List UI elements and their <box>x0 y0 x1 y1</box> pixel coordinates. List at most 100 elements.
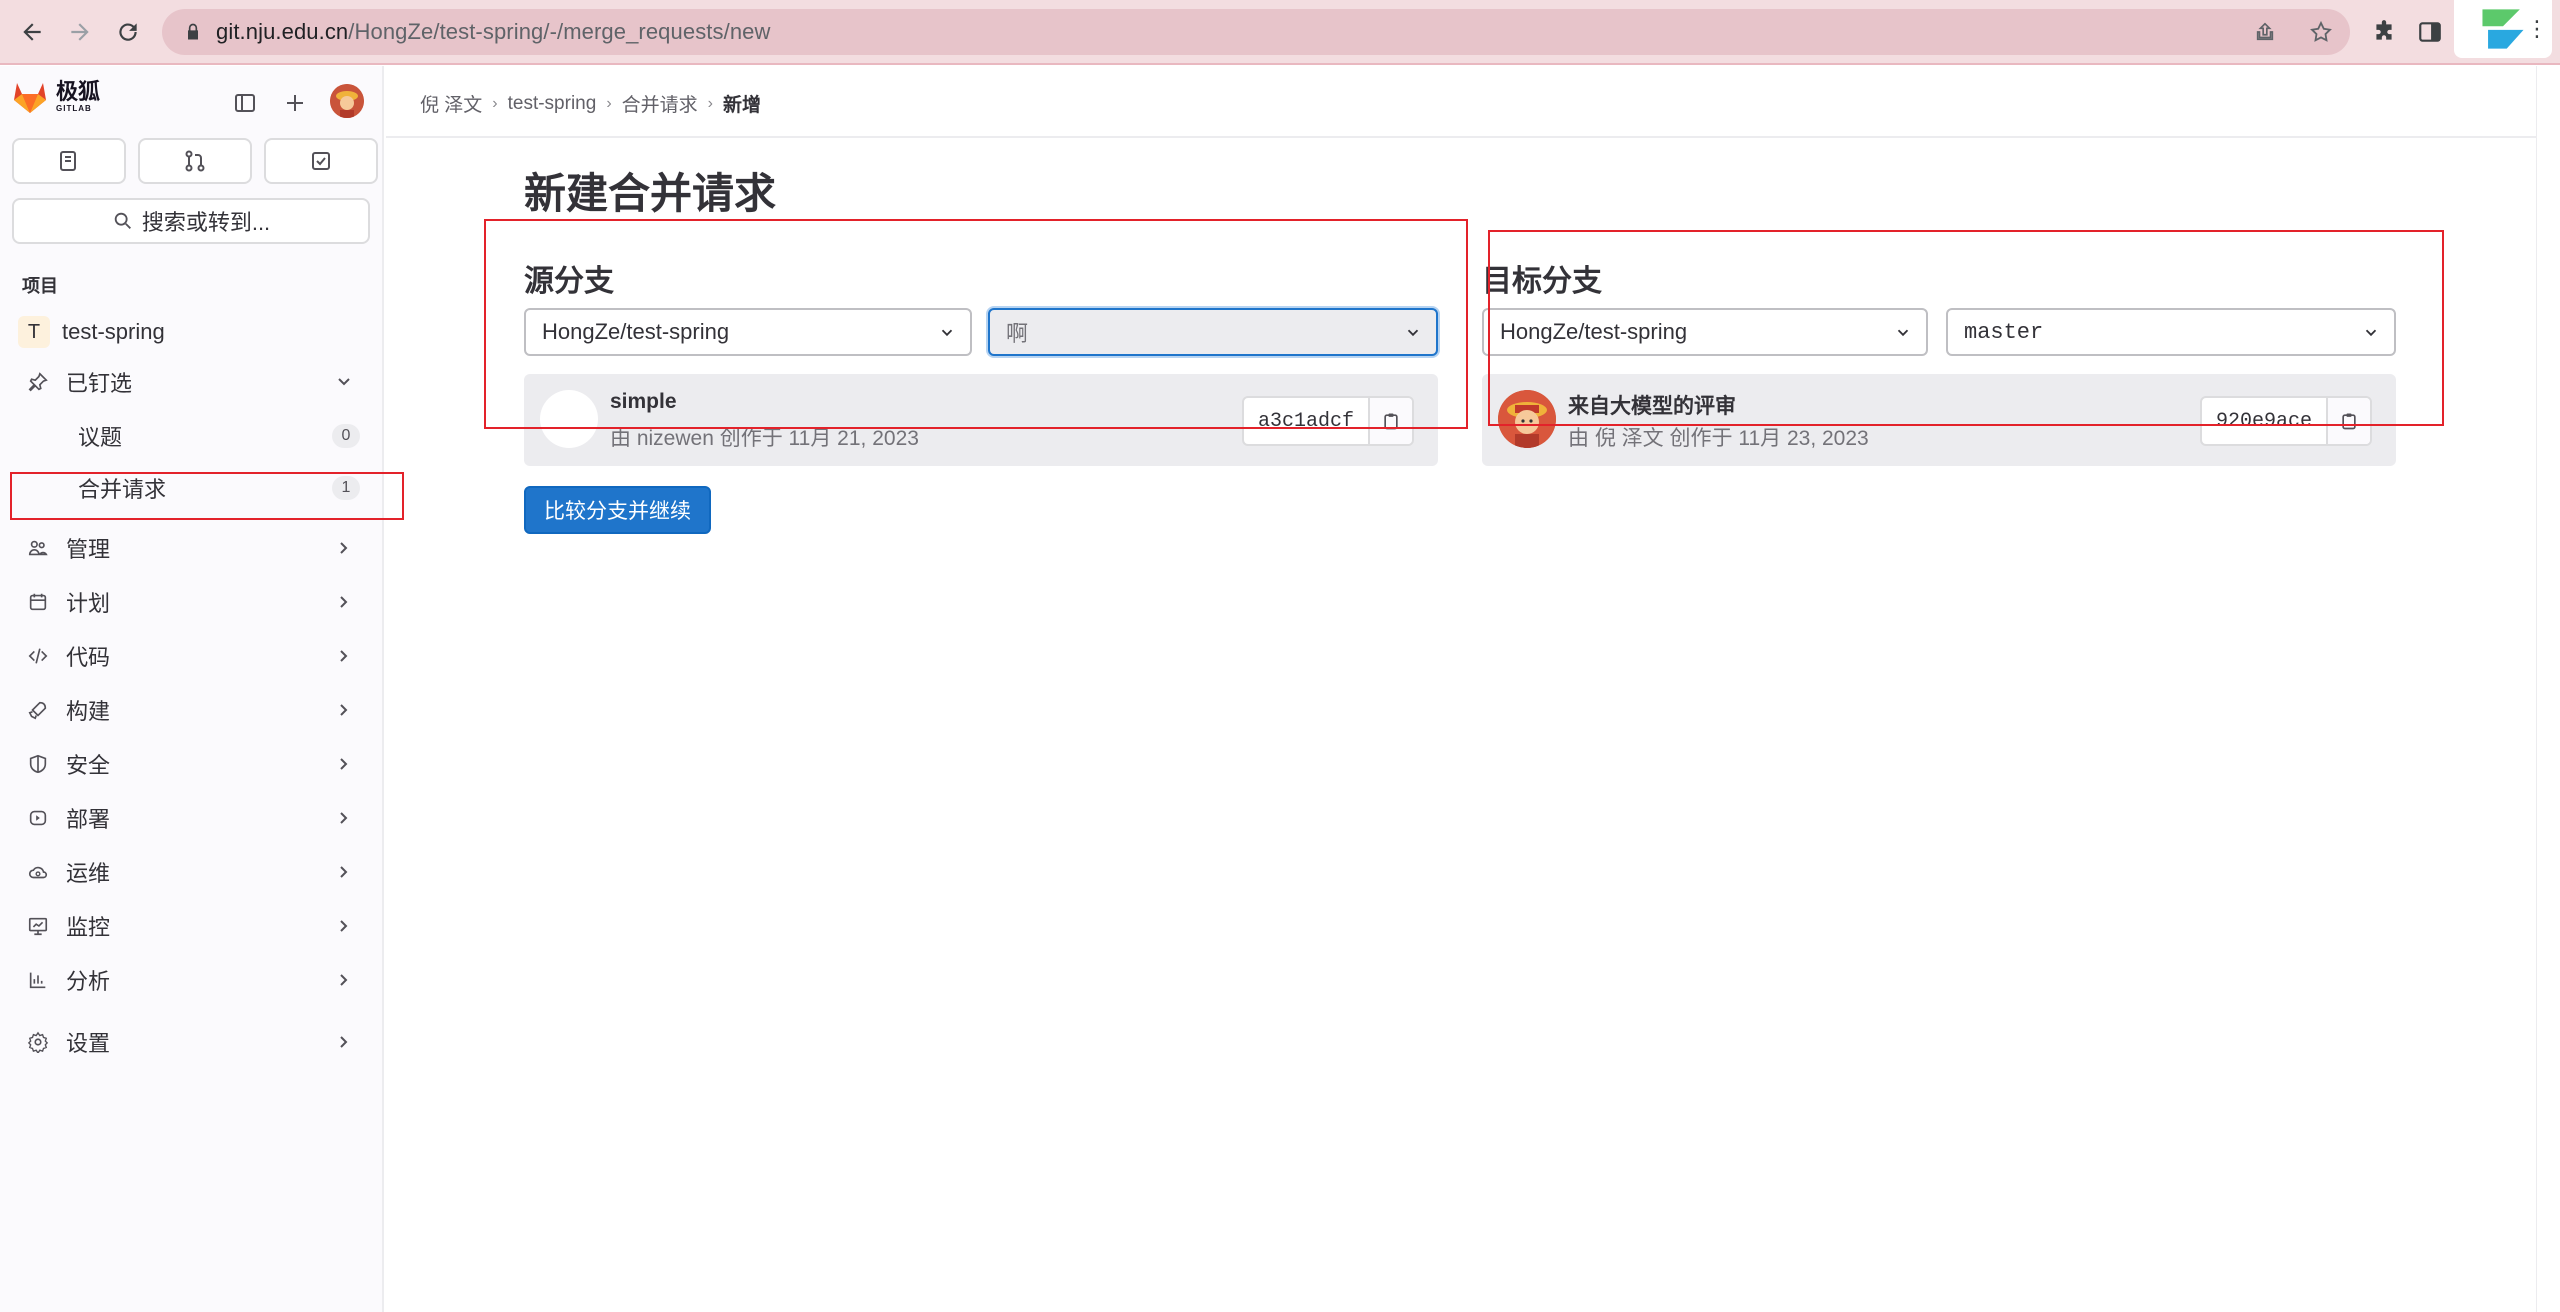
issues-icon <box>60 151 76 171</box>
url-text: git.nju.edu.cn/HongZe/test-spring/-/merg… <box>216 19 771 44</box>
extension-logo-icon[interactable]: ⋮ <box>2454 0 2552 58</box>
chevron-right-icon <box>340 920 348 932</box>
calendar-icon <box>22 586 54 618</box>
monitor-icon <box>22 910 54 942</box>
shield-icon <box>22 748 54 780</box>
chevron-down-icon <box>2365 329 2377 337</box>
sidebar-item-build[interactable]: 构建 <box>12 686 372 734</box>
user-avatar[interactable] <box>330 84 364 118</box>
chart-icon <box>22 964 54 996</box>
sidebar-item-settings[interactable]: 设置 <box>12 1018 372 1066</box>
breadcrumb-merge-requests[interactable]: 合并请求 <box>622 90 698 117</box>
clipboard-icon <box>1384 413 1398 430</box>
breadcrumb-separator: › <box>707 94 713 112</box>
rocket-icon <box>22 694 54 726</box>
commit-sha-text[interactable]: a3c1adcf <box>1244 398 1368 444</box>
left-sidebar: 极狐 GITLAB 搜索或转到... 项目 T test-spring 已钉选 … <box>0 66 384 1312</box>
chevron-right-icon <box>340 542 348 554</box>
breadcrumb-project[interactable]: test-spring <box>508 93 597 115</box>
chevron-right-icon <box>340 812 348 824</box>
merge-request-icon <box>185 150 205 172</box>
merge-requests-count-badge: 1 <box>332 476 360 500</box>
back-arrow-icon[interactable] <box>14 14 50 50</box>
gear-icon <box>22 1026 54 1058</box>
chevron-right-icon <box>340 596 348 608</box>
sidebar-item-security[interactable]: 安全 <box>12 740 372 788</box>
source-branch-title: 源分支 <box>524 265 614 298</box>
sidebar-item-monitor[interactable]: 监控 <box>12 902 372 950</box>
reload-icon[interactable] <box>110 14 146 50</box>
page-scrollbar[interactable] <box>2536 66 2560 1312</box>
sidebar-item-pinned[interactable]: 已钉选 <box>12 358 372 406</box>
source-commit-box: simple 由 nizewen 创作于 11月 21, 2023 a3c1ad… <box>524 374 1438 466</box>
project-avatar: T <box>18 316 50 348</box>
cloud-gear-icon <box>22 856 54 888</box>
pin-icon <box>22 366 54 398</box>
chevron-right-icon <box>340 758 348 770</box>
sidebar-item-issues[interactable]: 议题 0 <box>12 412 372 460</box>
commit-meta: 由 倪 泽文 创作于 11月 23, 2023 <box>1568 427 1869 450</box>
breadcrumb-current: 新增 <box>722 95 761 116</box>
side-panel-icon[interactable] <box>2412 14 2448 50</box>
browser-menu-icon[interactable]: ⋮ <box>2526 16 2548 42</box>
chevron-down-icon <box>1897 329 1909 337</box>
sidebar-item-plan[interactable]: 计划 <box>12 578 372 626</box>
merge-requests-button[interactable] <box>138 138 252 184</box>
chevron-right-icon <box>340 1036 348 1048</box>
compare-branches-button[interactable]: 比较分支并继续 <box>524 486 711 534</box>
sidebar-item-manage[interactable]: 管理 <box>12 524 372 572</box>
search-icon <box>114 212 131 229</box>
breadcrumb-separator: › <box>606 94 612 112</box>
search-button[interactable]: 搜索或转到... <box>12 198 370 244</box>
section-label-project: 项目 <box>22 276 58 296</box>
commit-author-avatar <box>540 390 598 448</box>
target-project-select[interactable]: HongZe/test-spring <box>1482 308 1928 356</box>
forward-arrow-icon[interactable] <box>62 14 98 50</box>
sidebar-item-deploy[interactable]: 部署 <box>12 794 372 842</box>
deploy-icon <box>22 802 54 834</box>
share-icon[interactable] <box>2250 17 2280 47</box>
breadcrumb: 倪 泽文 › test-spring › 合并请求 › 新增 <box>420 90 761 117</box>
chevron-down-icon <box>941 329 953 337</box>
commit-meta: 由 nizewen 创作于 11月 21, 2023 <box>610 427 919 450</box>
create-new-icon[interactable] <box>278 86 312 120</box>
commit-title[interactable]: 来自大模型的评审 <box>1568 390 1736 420</box>
commit-sha-text[interactable]: 920e9ace <box>2202 398 2326 444</box>
sidebar-item-project[interactable]: T test-spring <box>12 308 372 356</box>
project-name: test-spring <box>62 319 165 344</box>
search-placeholder: 搜索或转到... <box>141 210 271 235</box>
commit-sha: 920e9ace <box>2200 396 2373 446</box>
sidebar-item-analyze[interactable]: 分析 <box>12 956 372 1004</box>
clipboard-icon <box>2342 413 2356 430</box>
chevron-right-icon <box>340 866 348 878</box>
issues-count-badge: 0 <box>332 424 360 448</box>
source-project-select[interactable]: HongZe/test-spring <box>524 308 972 356</box>
page-title: 新建合并请求 <box>524 170 777 217</box>
extensions-puzzle-icon[interactable] <box>2366 14 2402 50</box>
commit-sha: a3c1adcf <box>1242 396 1415 446</box>
copy-sha-button[interactable] <box>1368 398 1413 444</box>
target-branch-select[interactable]: master <box>1946 308 2396 356</box>
copy-sha-button[interactable] <box>2326 398 2371 444</box>
users-icon <box>22 532 54 564</box>
collapse-sidebar-icon[interactable] <box>228 86 262 120</box>
breadcrumb-separator: › <box>492 94 498 112</box>
code-icon <box>22 640 54 672</box>
fox-logo-icon <box>14 83 46 113</box>
sidebar-item-merge-requests[interactable]: 合并请求 1 <box>12 464 372 512</box>
source-branch-select[interactable]: 啊 <box>988 308 1438 356</box>
browser-toolbar: git.nju.edu.cn/HongZe/test-spring/-/merg… <box>0 0 2560 65</box>
breadcrumb-divider <box>386 136 2536 138</box>
todo-list-button[interactable] <box>264 138 378 184</box>
gitlab-logo[interactable]: 极狐 GITLAB <box>12 80 100 114</box>
breadcrumb-user[interactable]: 倪 泽文 <box>420 90 482 117</box>
assigned-issues-button[interactable] <box>12 138 126 184</box>
chevron-down-icon <box>1407 329 1419 337</box>
chevron-right-icon <box>340 974 348 986</box>
bookmark-star-icon[interactable] <box>2306 17 2336 47</box>
lock-icon[interactable] <box>182 21 204 43</box>
sidebar-item-code[interactable]: 代码 <box>12 632 372 680</box>
address-bar[interactable]: git.nju.edu.cn/HongZe/test-spring/-/merg… <box>162 9 2350 55</box>
commit-title[interactable]: simple <box>610 390 677 414</box>
sidebar-item-operate[interactable]: 运维 <box>12 848 372 896</box>
